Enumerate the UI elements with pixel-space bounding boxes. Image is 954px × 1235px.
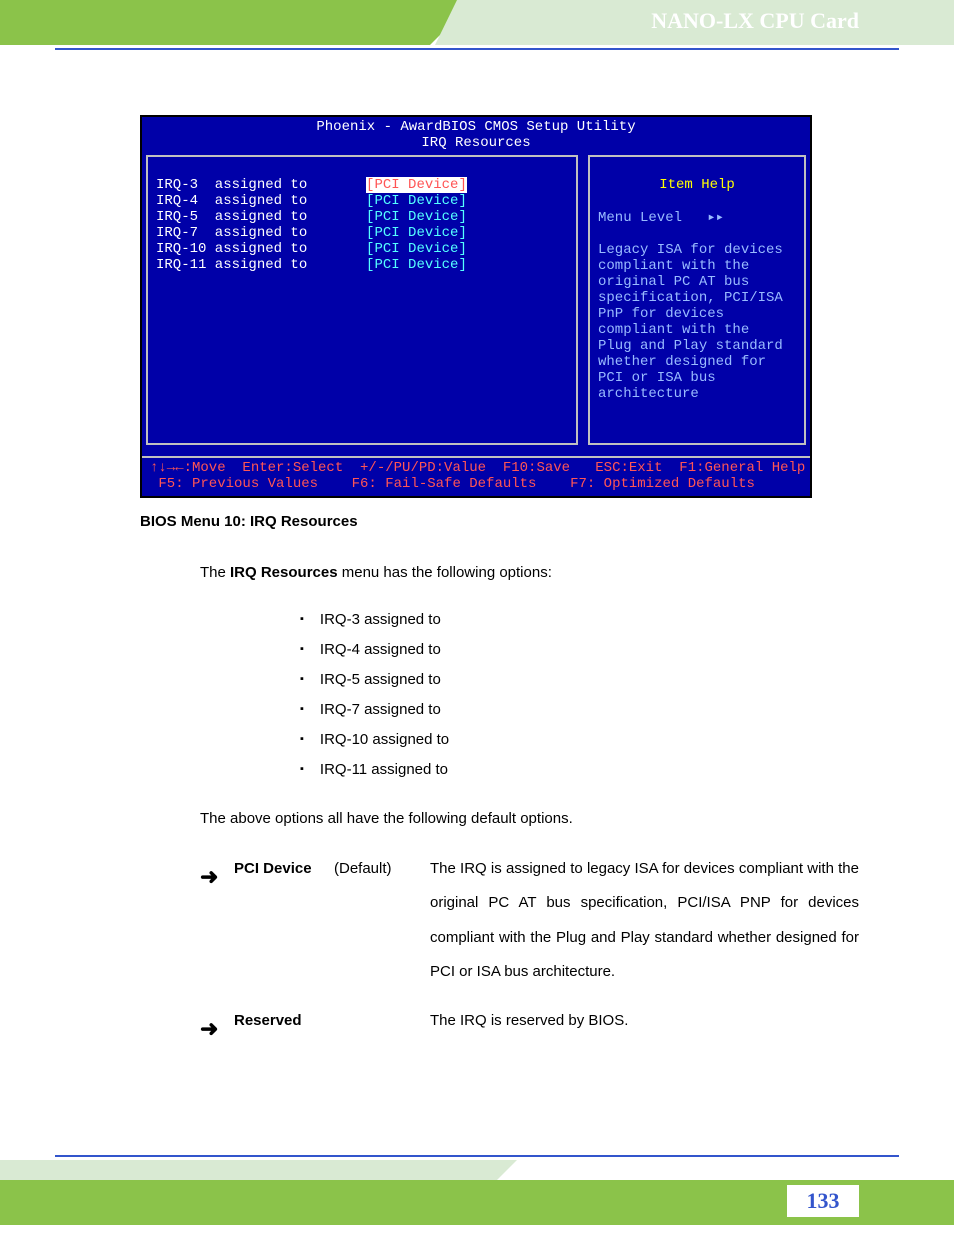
option-default	[334, 1004, 430, 1055]
header-green-bar	[0, 0, 430, 45]
irq-value: [PCI Device]	[366, 193, 467, 209]
list-item: IRQ-4 assigned to	[300, 635, 859, 665]
list-item: IRQ-5 assigned to	[300, 665, 859, 695]
option-row: ➜ PCI Device (Default) The IRQ is assign…	[200, 852, 859, 990]
irq-label: IRQ-5 assigned to	[156, 209, 307, 225]
irq-value: [PCI Device]	[366, 209, 467, 225]
item-help-text: Legacy ISA for devices compliant with th…	[598, 242, 796, 402]
option-name: PCI Device	[234, 852, 334, 990]
item-help-heading: Item Help	[598, 177, 796, 193]
list-item: IRQ-10 assigned to	[300, 725, 859, 755]
arrow-icon: ➜	[200, 1004, 234, 1055]
option-name: Reserved	[234, 1004, 334, 1055]
menu-level: Menu Level ▸▸	[598, 210, 724, 226]
footer-light-triangle	[497, 1160, 517, 1180]
irq-value: [PCI Device]	[366, 257, 467, 273]
bullet-list: IRQ-3 assigned to IRQ-4 assigned to IRQ-…	[300, 605, 859, 785]
option-desc: The IRQ is reserved by BIOS.	[430, 1004, 859, 1055]
irq-label: IRQ-4 assigned to	[156, 193, 307, 209]
bios-left-pane: IRQ-3 assigned to [PCI Device] IRQ-4 ass…	[146, 155, 578, 445]
list-item: IRQ-3 assigned to	[300, 605, 859, 635]
list-item: IRQ-11 assigned to	[300, 755, 859, 785]
irq-value: [PCI Device]	[366, 225, 467, 241]
figure-caption: BIOS Menu 10: IRQ Resources	[140, 508, 859, 537]
irq-value-selected: [PCI Device]	[366, 177, 467, 193]
irq-value: [PCI Device]	[366, 241, 467, 257]
header-rule	[55, 48, 899, 50]
bios-key-help: ↑↓→←:Move Enter:Select +/-/PU/PD:Value F…	[142, 456, 810, 496]
intro-pre: The	[200, 564, 230, 581]
irq-label: IRQ-11 assigned to	[156, 257, 307, 273]
intro-paragraph: The IRQ Resources menu has the following…	[200, 559, 859, 588]
page-number-box: 133	[787, 1185, 859, 1217]
bios-title: Phoenix - AwardBIOS CMOS Setup Utility	[142, 117, 810, 135]
footer-light-bar	[0, 1160, 497, 1180]
bios-help-pane: Item Help Menu Level ▸▸ Legacy ISA for d…	[588, 155, 806, 445]
intro-post: menu has the following options:	[338, 564, 552, 581]
page-number: 133	[807, 1188, 840, 1214]
bios-screenshot: Phoenix - AwardBIOS CMOS Setup Utility I…	[140, 115, 812, 498]
header-title: NANO-LX CPU Card	[651, 8, 859, 34]
intro-bold: IRQ Resources	[230, 564, 338, 581]
list-item: IRQ-7 assigned to	[300, 695, 859, 725]
arrow-icon: ➜	[200, 852, 234, 990]
footer-rule	[55, 1155, 899, 1157]
irq-label: IRQ-10 assigned to	[156, 241, 307, 257]
header-light-triangle	[435, 0, 457, 45]
bios-subtitle: IRQ Resources	[142, 135, 810, 151]
option-desc: The IRQ is assigned to legacy ISA for de…	[430, 852, 859, 990]
option-row: ➜ Reserved The IRQ is reserved by BIOS.	[200, 1004, 859, 1055]
option-default: (Default)	[334, 852, 430, 990]
para-default-options: The above options all have the following…	[200, 805, 859, 834]
irq-label: IRQ-7 assigned to	[156, 225, 307, 241]
document-body: BIOS Menu 10: IRQ Resources The IRQ Reso…	[140, 508, 859, 1068]
irq-label: IRQ-3 assigned to	[156, 177, 307, 193]
